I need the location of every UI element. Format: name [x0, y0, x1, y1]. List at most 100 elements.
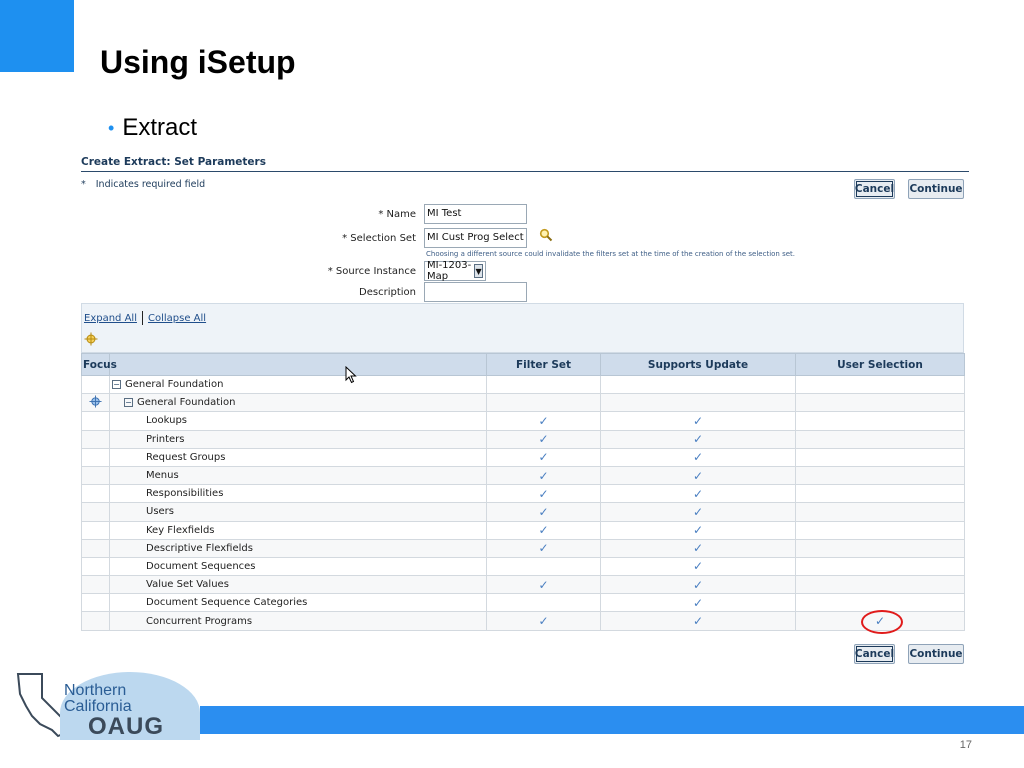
required-star: *: [81, 179, 86, 190]
checkmark-icon: ✓: [692, 577, 704, 592]
search-icon[interactable]: [539, 228, 553, 242]
name-field[interactable]: MI Test: [424, 204, 527, 224]
focus-cell: [81, 374, 110, 395]
checkmark-icon: ✓: [860, 610, 904, 635]
column-header-focus: Focus: [81, 353, 117, 376]
supports-update-cell: [600, 393, 796, 413]
user-selection-cell[interactable]: [795, 556, 965, 577]
filter-set-cell: ✓: [486, 465, 601, 486]
tree-node-label: Key Flexfields: [146, 524, 215, 536]
focus-crosshair-icon[interactable]: [84, 332, 98, 346]
checkmark-icon: ✓: [538, 486, 549, 501]
table-row: Request Groups ✓ ✓: [81, 447, 965, 467]
checkmark-icon: ✓: [692, 504, 704, 519]
supports-update-cell: ✓: [600, 484, 796, 504]
checkmark-icon: ✓: [538, 413, 549, 428]
user-selection-cell[interactable]: [795, 465, 965, 486]
supports-update-cell: ✓: [600, 556, 796, 577]
user-selection-cell[interactable]: [795, 502, 965, 522]
continue-button-bottom[interactable]: Continue: [908, 644, 964, 664]
tree-node-label: Lookups: [146, 415, 188, 427]
checkmark-icon: ✓: [692, 559, 704, 574]
tree-node-name: Value Set Values: [109, 575, 487, 595]
filter-set-cell: [486, 393, 601, 413]
filter-set-cell: ✓: [486, 520, 601, 540]
focus-crosshair-icon[interactable]: [89, 395, 102, 408]
checkmark-icon: ✓: [538, 541, 549, 556]
collapse-toggle-icon[interactable]: −: [124, 397, 133, 407]
focus-cell: [81, 520, 110, 540]
tree-body: − General Foundation − General Foundation Lo…: [81, 374, 965, 635]
tree-node-name: − General Foundation: [109, 374, 487, 395]
cancel-button-bottom[interactable]: Cancel: [854, 644, 895, 664]
collapse-toggle-icon[interactable]: −: [112, 379, 121, 389]
required-note-text: Indicates required field: [95, 179, 206, 190]
selection-set-label: * Selection Set: [342, 232, 416, 244]
source-instance-label: * Source Instance: [327, 265, 416, 277]
description-row: Description: [224, 282, 527, 302]
focus-cell[interactable]: [81, 393, 110, 413]
filter-set-cell: [486, 593, 601, 613]
user-selection-cell[interactable]: [795, 411, 965, 431]
filter-set-cell: ✓: [486, 575, 601, 595]
supports-update-cell: ✓: [600, 520, 796, 540]
tree-node-name: Descriptive Flexfields: [109, 538, 487, 558]
tree-node-label: Menus: [146, 470, 179, 482]
focus-cell: [81, 465, 110, 486]
logo-line-3: OAUG: [88, 713, 164, 740]
table-row: − General Foundation: [81, 374, 965, 395]
user-selection-cell[interactable]: [795, 374, 965, 395]
description-label: Description: [359, 286, 416, 298]
selection-set-row: * Selection Set MI Cust Prog Select: [224, 228, 527, 248]
supports-update-cell: ✓: [600, 465, 796, 486]
user-selection-cell[interactable]: [795, 575, 965, 595]
checkmark-icon: ✓: [692, 413, 704, 428]
supports-update-cell: ✓: [600, 447, 796, 467]
focus-cell: [81, 484, 110, 504]
source-instance-row: * Source Instance MI-1203-Map ▼: [224, 260, 486, 282]
supports-update-cell: ✓: [600, 611, 796, 631]
user-selection-cell[interactable]: [795, 447, 965, 467]
user-selection-cell[interactable]: [795, 393, 965, 413]
table-row: Document Sequence Categories ✓: [81, 593, 965, 613]
tree-node-label: Responsibilities: [146, 488, 224, 500]
tree-node-name: Responsibilities: [109, 484, 487, 504]
source-instance-select[interactable]: MI-1203-Map ▼: [424, 260, 486, 282]
checkmark-icon: ✓: [538, 432, 549, 447]
tree-node-label: Printers: [146, 433, 185, 445]
checkmark-icon: ✓: [692, 432, 704, 447]
continue-button-top[interactable]: Continue: [908, 179, 964, 199]
column-header-filter-set: Filter Set: [486, 353, 601, 376]
source-instance-value: MI-1203-Map: [427, 260, 472, 282]
checkmark-icon: ✓: [692, 614, 704, 629]
table-row: Value Set Values ✓ ✓: [81, 575, 965, 595]
user-selection-cell[interactable]: ✓: [795, 610, 965, 635]
focus-cell: [81, 411, 110, 431]
logo-line-1: Northern: [64, 682, 127, 699]
user-selection-cell[interactable]: [795, 429, 965, 449]
link-separator: [141, 311, 143, 325]
supports-update-cell: ✓: [600, 429, 796, 449]
table-row: Descriptive Flexfields ✓ ✓: [81, 538, 965, 558]
user-selection-cell[interactable]: [795, 538, 965, 558]
tree-node-name: Key Flexfields: [109, 520, 487, 540]
cancel-button-top[interactable]: Cancel: [854, 179, 895, 199]
bullet-text: Extract: [122, 114, 197, 141]
table-row: Concurrent Programs ✓ ✓ ✓: [81, 610, 965, 635]
page-number: 17: [959, 739, 972, 751]
filter-set-cell: [486, 556, 601, 577]
focus-cell: [81, 447, 110, 467]
checkmark-icon: ✓: [538, 577, 549, 592]
table-header-row: Focus Filter Set Supports Update User Se…: [81, 353, 965, 376]
chevron-down-icon[interactable]: ▼: [474, 264, 483, 278]
checkmark-icon: ✓: [538, 450, 549, 465]
description-field[interactable]: [424, 282, 527, 302]
user-selection-cell[interactable]: [795, 520, 965, 540]
user-selection-cell[interactable]: [795, 484, 965, 504]
expand-all-link[interactable]: Expand All: [84, 313, 137, 324]
table-row: − General Foundation: [81, 393, 965, 413]
column-header-supports-update: Supports Update: [600, 353, 796, 376]
selection-set-field[interactable]: MI Cust Prog Select: [424, 228, 527, 248]
collapse-all-link[interactable]: Collapse All: [148, 313, 206, 324]
focus-cell: [81, 429, 110, 449]
